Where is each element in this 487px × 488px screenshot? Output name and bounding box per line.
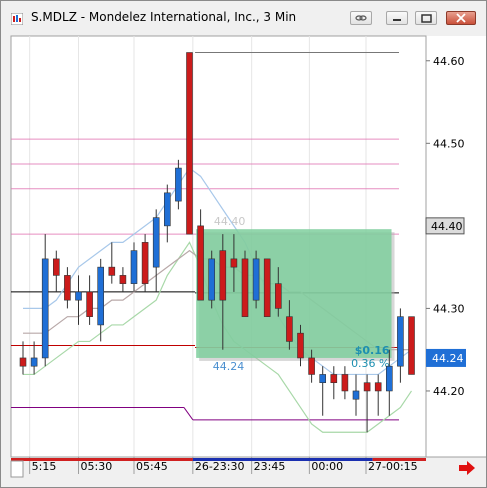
candle-body <box>319 374 327 384</box>
x-tick-label: 26-23:30 <box>195 460 245 473</box>
x-tick-label: 00:00 <box>311 460 343 473</box>
y-tick-label: 44.20 <box>433 385 465 398</box>
candle-body <box>219 250 227 301</box>
candle-body <box>208 258 215 301</box>
candle-body <box>385 365 393 392</box>
minimize-button[interactable] <box>386 11 408 25</box>
x-tick-label: 05:45 <box>136 460 168 473</box>
candle-body <box>297 332 304 359</box>
last-price-label: 44.24 <box>432 352 464 365</box>
chart-window: S.MDLZ - Mondelez International, Inc., 3… <box>0 0 487 488</box>
candle-body <box>286 316 293 342</box>
cursor-price-label: 44.40 <box>431 220 463 233</box>
restore-button[interactable] <box>415 11 437 25</box>
candle-body <box>30 357 38 367</box>
candle-body <box>197 225 204 301</box>
candle-body <box>374 382 382 392</box>
window-title: S.MDLZ - Mondelez International, Inc., 3… <box>31 10 297 24</box>
candle-body <box>86 291 93 317</box>
candle-body <box>19 357 27 367</box>
x-tick-label: 05:30 <box>81 460 113 473</box>
candle-body <box>397 316 404 367</box>
link-icon <box>355 15 367 21</box>
candle-body <box>175 167 182 202</box>
chart-app-icon <box>11 13 23 25</box>
candle-body <box>330 374 338 384</box>
candle-body <box>164 192 171 227</box>
measure-start-label: 44.40 <box>214 215 246 228</box>
candle-body <box>252 258 260 301</box>
candle-body <box>75 291 82 301</box>
candle-body <box>341 374 349 392</box>
x-tick-label: 27-00:15 <box>368 460 418 473</box>
x-tick-label: 5:15 <box>32 460 57 473</box>
candle-body <box>352 390 360 400</box>
candle-body <box>230 258 238 268</box>
candle-body <box>41 258 49 359</box>
candle-body <box>274 283 282 309</box>
session-segment-red <box>11 458 193 461</box>
session-segment-red <box>372 458 426 461</box>
candle-body <box>130 250 138 284</box>
close-icon <box>456 13 466 23</box>
title-bar[interactable]: S.MDLZ - Mondelez International, Inc., 3… <box>1 1 486 32</box>
candle-body <box>152 217 160 268</box>
candle-body <box>141 242 149 284</box>
candle-body <box>119 275 127 284</box>
candle-body <box>186 52 193 235</box>
measure-value-label: $0.16 <box>355 344 390 357</box>
measure-pct-label: 0.36 % <box>351 357 389 370</box>
candle-body <box>308 357 315 375</box>
candle-body <box>64 275 71 301</box>
restore-icon <box>421 14 432 23</box>
x-tick-label: 23:45 <box>254 460 286 473</box>
y-tick-label: 44.60 <box>433 55 465 68</box>
candle-body <box>408 316 415 375</box>
candle-body <box>241 258 249 317</box>
link-button[interactable] <box>350 11 372 25</box>
candle-body <box>263 258 271 317</box>
candle-body <box>97 266 104 326</box>
candle-body <box>363 382 371 392</box>
session-segment-blue <box>192 458 373 461</box>
y-tick-label: 44.30 <box>433 302 465 315</box>
scroll-thumb <box>10 460 24 478</box>
candle-body <box>108 266 116 276</box>
minimize-icon <box>393 19 401 21</box>
close-button[interactable] <box>446 11 476 25</box>
price-chart[interactable]: 44.40 44.24 $0.160.36 % 44.60 44.50 44.40 44.… <box>1 32 486 487</box>
y-tick-label: 44.50 <box>433 137 465 150</box>
measure-end-label: 44.24 <box>213 360 245 373</box>
candle-body <box>52 258 60 276</box>
